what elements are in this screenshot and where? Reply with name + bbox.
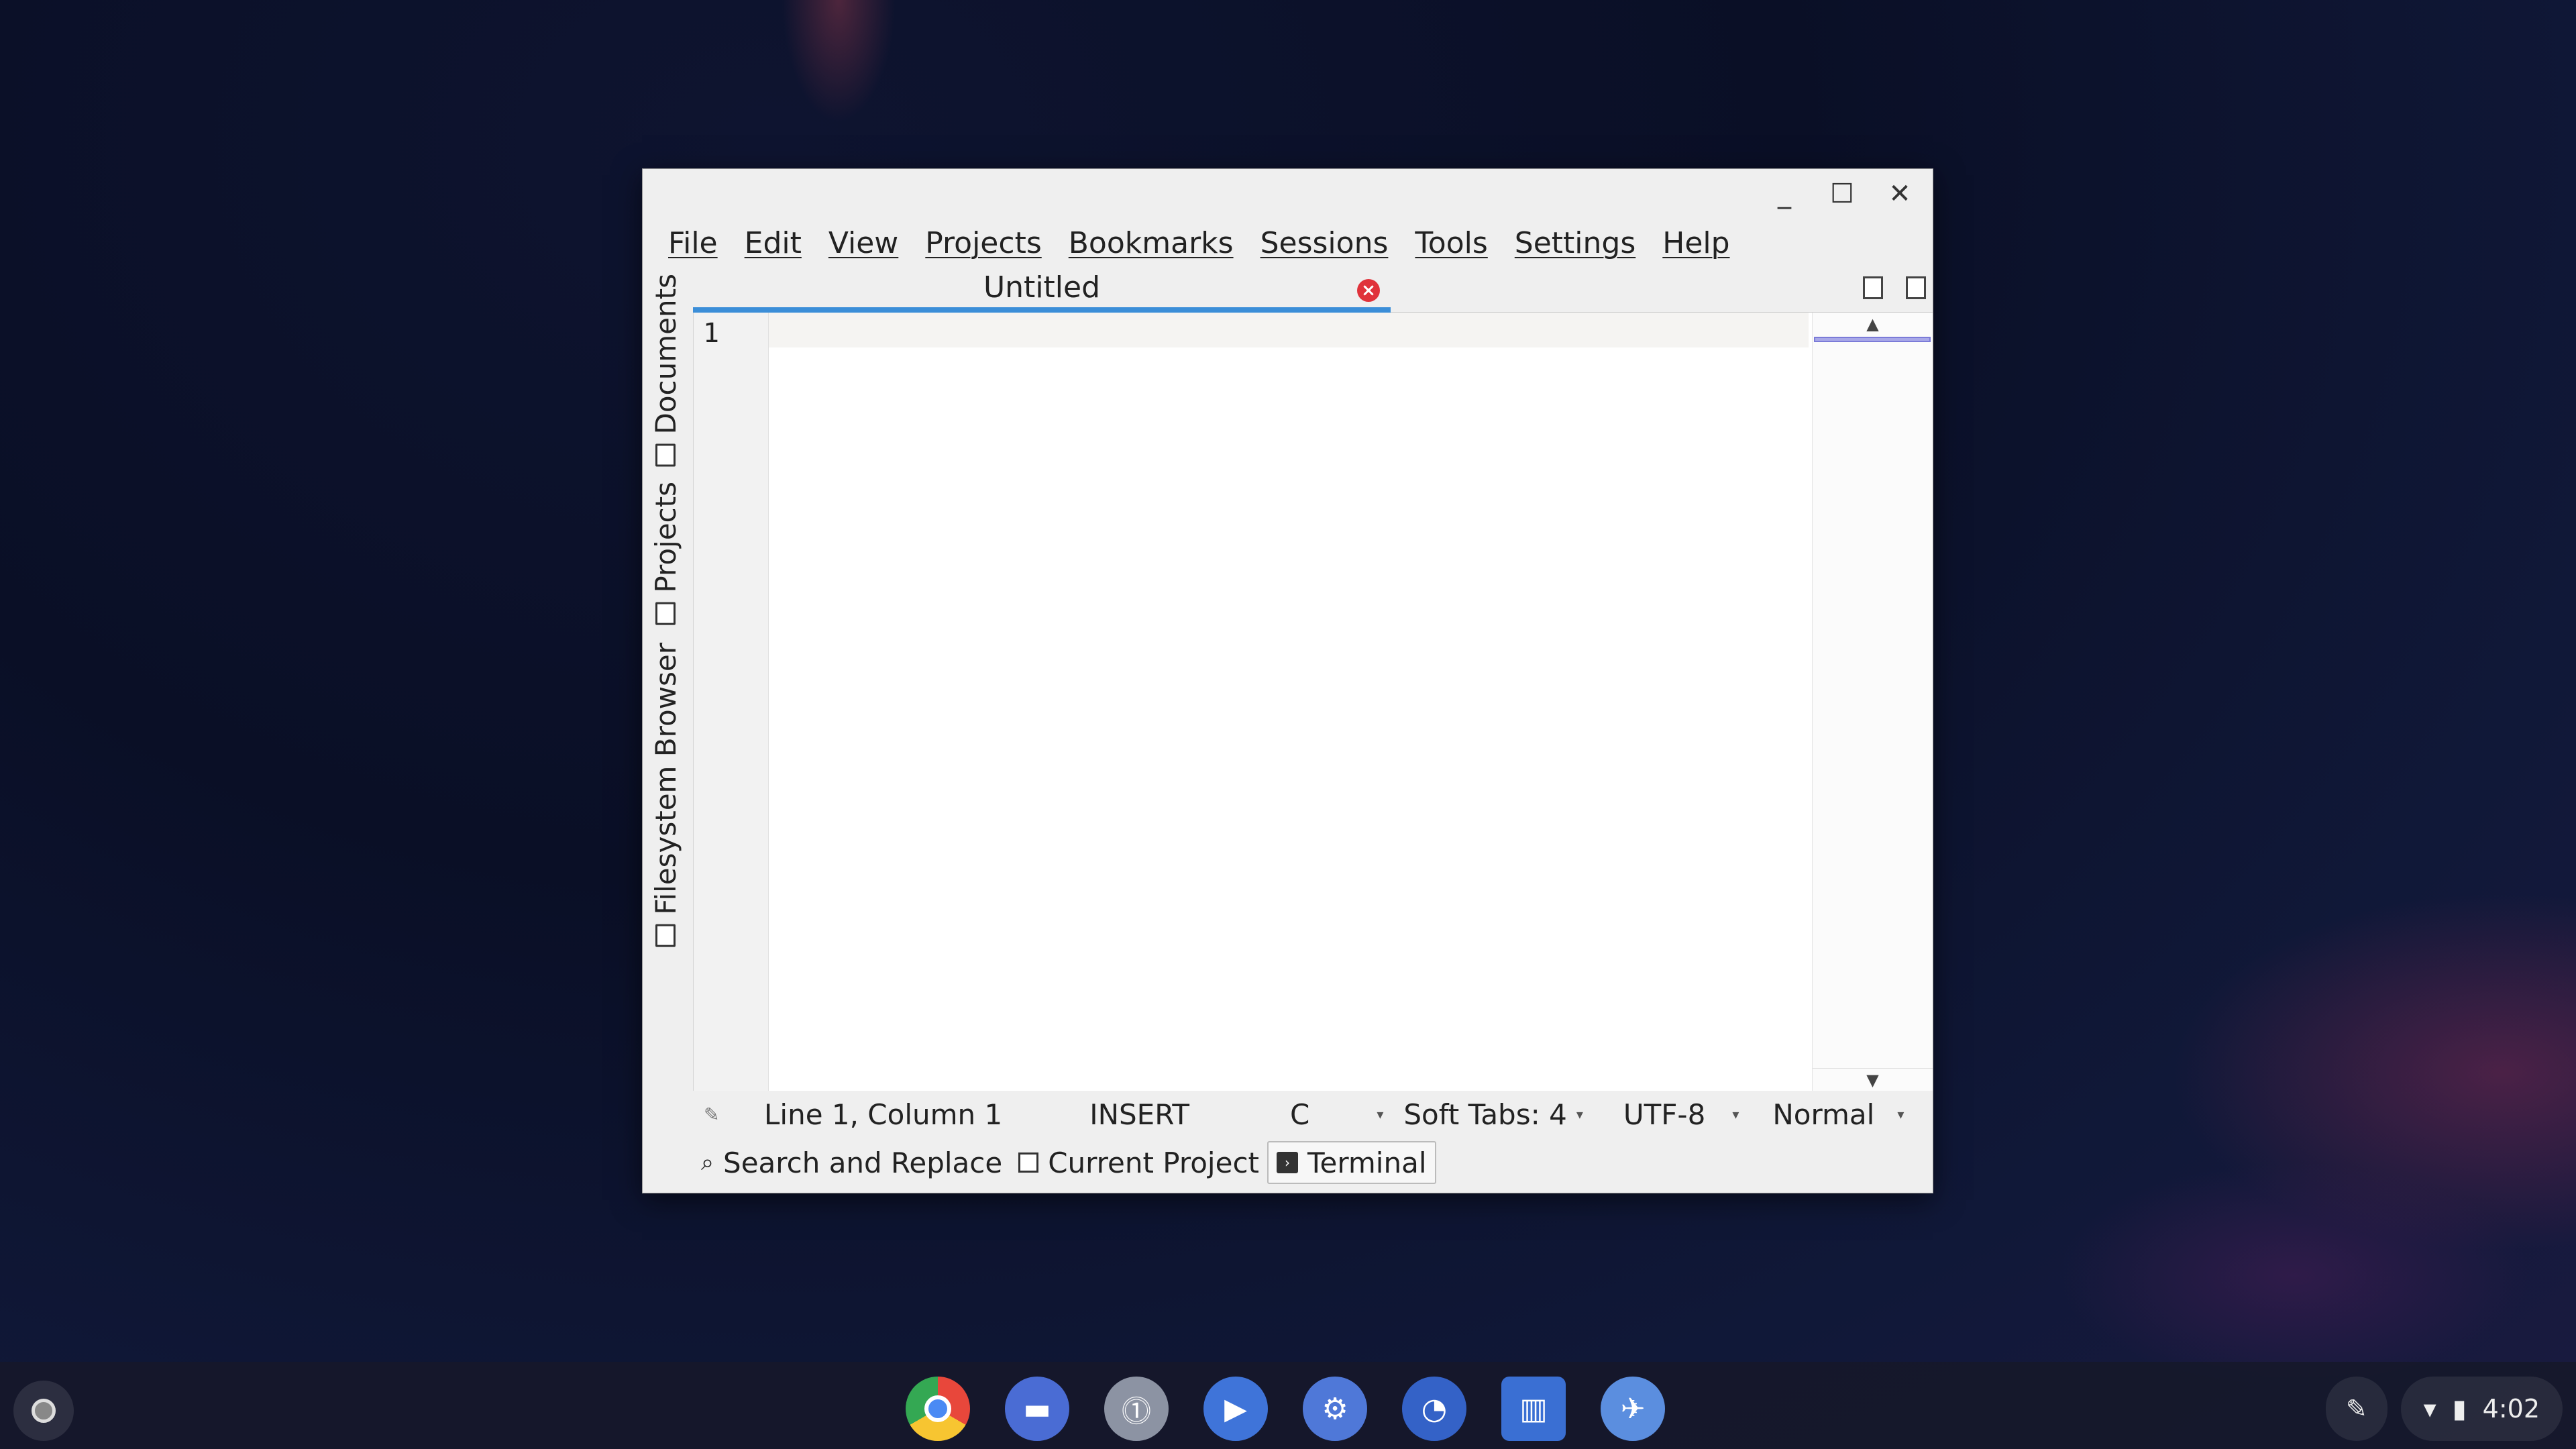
menu-sessions[interactable]: Sessions (1247, 226, 1402, 260)
text-editor[interactable]: 1 ▲ ▼ (693, 313, 1933, 1091)
editor-window: _ ☐ ✕ File Edit View Projects Bookmarks … (642, 168, 1933, 1193)
tab-current-project[interactable]: Current Project (1010, 1141, 1267, 1184)
scroll-up-arrow-icon[interactable]: ▲ (1813, 313, 1933, 335)
search-icon: ⌕ (701, 1149, 714, 1176)
current-line-highlight (769, 313, 1809, 347)
menu-projects[interactable]: Projects (912, 226, 1055, 260)
encoding-label: UTF-8 (1623, 1097, 1706, 1131)
indentation-selector[interactable]: Soft Tabs: 4 ▾ (1403, 1098, 1582, 1131)
input-method-label: Normal (1772, 1097, 1875, 1131)
menu-help[interactable]: Help (1649, 226, 1743, 260)
scroll-down-arrow-icon[interactable]: ▼ (1813, 1068, 1933, 1091)
system-tray: ✎ ▾ ▮ 4:02 (2325, 1377, 2563, 1441)
folder-icon (655, 924, 676, 947)
language-label: C (1290, 1097, 1310, 1131)
sidebar-tab-label: Filesystem Browser (649, 643, 682, 915)
close-button[interactable]: ✕ (1880, 174, 1919, 213)
launcher-icon (32, 1399, 56, 1423)
editor-area: Untitled × 1 ▲ ▼ (693, 267, 1933, 1091)
indentation-label: Soft Tabs: 4 (1403, 1097, 1567, 1131)
project-list-icon (1018, 1152, 1039, 1173)
chrome-icon[interactable] (906, 1377, 970, 1441)
edit-status-icon: ✎ (704, 1103, 720, 1126)
battery-icon: ▮ (2452, 1394, 2467, 1424)
tab-label: Current Project (1048, 1146, 1259, 1179)
chevron-down-icon: ▾ (1576, 1106, 1583, 1122)
menu-file[interactable]: File (655, 226, 731, 260)
sidebar-tab-label: Projects (649, 482, 682, 593)
menu-settings[interactable]: Settings (1501, 226, 1649, 260)
maximize-button[interactable]: ☐ (1823, 174, 1862, 213)
cursor-position[interactable]: Line 1, Column 1 (764, 1098, 1002, 1131)
menu-tools[interactable]: Tools (1401, 226, 1501, 260)
project-icon (655, 602, 676, 625)
split-view-icon[interactable] (1906, 276, 1926, 299)
line-number: 1 (703, 318, 720, 349)
tab-bar-actions (1863, 276, 1926, 299)
sidebar-tab-projects[interactable]: Projects (649, 482, 682, 625)
menu-bar: File Edit View Projects Bookmarks Sessio… (643, 219, 1933, 267)
chevron-down-icon: ▾ (1732, 1106, 1739, 1122)
title-bar: _ ☐ ✕ (643, 169, 1933, 219)
document-tab-title: Untitled (983, 270, 1101, 305)
tab-label: Search and Replace (723, 1146, 1003, 1179)
video-call-icon[interactable]: ▶ (1203, 1377, 1268, 1441)
input-mode-status[interactable]: INSERT (1089, 1098, 1189, 1131)
chevron-down-icon: ▾ (1897, 1106, 1904, 1122)
settings-icon[interactable]: ⚙ (1303, 1377, 1367, 1441)
minimize-button[interactable]: _ (1765, 174, 1804, 213)
minimap-scrollbar[interactable]: ▲ ▼ (1812, 313, 1933, 1091)
sidebar-tab-documents[interactable]: Documents (649, 274, 682, 467)
shelf: ▬ ⓵ ▶ ⚙ ◔ ▥ ✈ ✎ ▾ ▮ 4:02 (0, 1362, 2576, 1449)
app-icon[interactable]: ◔ (1402, 1377, 1466, 1441)
stylus-button[interactable]: ✎ (2325, 1377, 2387, 1441)
trello-icon[interactable]: ▥ (1501, 1377, 1566, 1441)
language-selector[interactable]: C ▾ (1290, 1098, 1383, 1131)
launcher-button[interactable] (13, 1381, 74, 1441)
encoding-selector[interactable]: UTF-8 ▾ (1623, 1098, 1739, 1131)
tab-label: Terminal (1307, 1146, 1427, 1179)
terminal-icon: › (1277, 1152, 1298, 1173)
menu-bookmarks[interactable]: Bookmarks (1055, 226, 1247, 260)
document-tab[interactable]: Untitled × (693, 267, 1391, 313)
app-dock: ▬ ⓵ ▶ ⚙ ◔ ▥ ✈ (906, 1377, 1665, 1441)
wifi-icon: ▾ (2423, 1394, 2436, 1424)
pen-icon: ✎ (2345, 1394, 2367, 1424)
document-icon (655, 443, 676, 467)
wallpaper-wave-top (771, 0, 939, 174)
document-tab-bar: Untitled × (693, 267, 1933, 313)
window-body: Documents Projects Filesystem Browser Un… (643, 267, 1933, 1193)
sidebar-tab-label: Documents (649, 274, 682, 435)
side-panel-tabs: Documents Projects Filesystem Browser (643, 267, 693, 1015)
status-area[interactable]: ▾ ▮ 4:02 (2400, 1377, 2563, 1441)
sidebar-tab-filesystem-browser[interactable]: Filesystem Browser (649, 643, 682, 947)
clock: 4:02 (2482, 1394, 2540, 1424)
new-document-icon[interactable] (1863, 276, 1883, 299)
status-bar: ✎ Line 1, Column 1 INSERT C ▾ Soft Tabs:… (693, 1091, 1933, 1138)
minimap-viewport[interactable] (1814, 337, 1931, 342)
editor-icon[interactable]: ✈ (1601, 1377, 1665, 1441)
tab-search-and-replace[interactable]: ⌕ Search and Replace (693, 1141, 1010, 1184)
close-tab-icon[interactable]: × (1357, 279, 1380, 302)
line-number-gutter: 1 (694, 313, 769, 1091)
menu-view[interactable]: View (815, 226, 912, 260)
tab-terminal[interactable]: › Terminal (1267, 1141, 1436, 1184)
bottom-panel-tabs: ⌕ Search and Replace Current Project › T… (693, 1138, 1933, 1187)
input-method-selector[interactable]: Normal ▾ (1772, 1098, 1904, 1131)
menu-edit[interactable]: Edit (731, 226, 815, 260)
chevron-down-icon: ▾ (1377, 1106, 1384, 1122)
password-manager-icon[interactable]: ⓵ (1104, 1377, 1169, 1441)
files-icon[interactable]: ▬ (1005, 1377, 1069, 1441)
